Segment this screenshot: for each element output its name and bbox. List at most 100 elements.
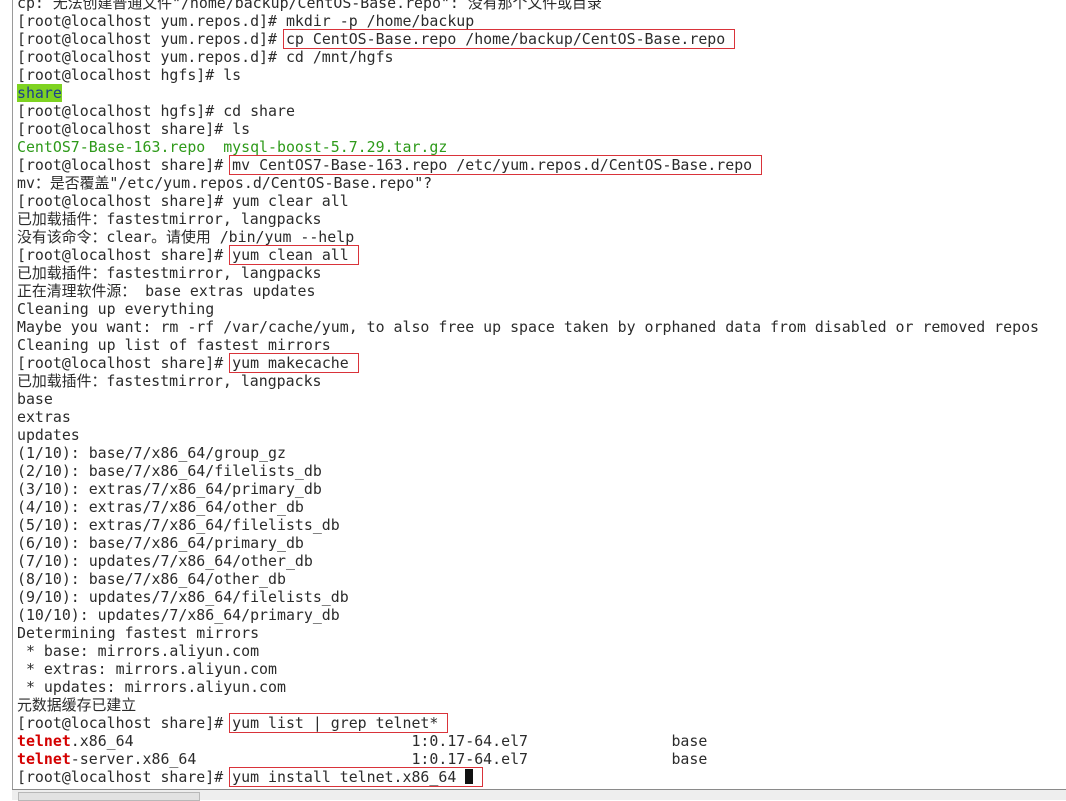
terminal-line: updates (17, 426, 80, 444)
terminal-line: share (17, 84, 62, 102)
terminal-line: telnet.x86_64 1:0.17-64.el7 base (17, 732, 707, 750)
scrollbar-thumb[interactable] (18, 792, 200, 801)
terminal-text: [root@localhost yum.repos.d]# mkdir -p /… (17, 12, 475, 30)
terminal-text: [root@localhost share]# (17, 156, 233, 174)
terminal-line: * extras: mirrors.aliyun.com (17, 660, 277, 678)
terminal-text: 没有该命令：clear。请使用 /bin/yum --help (17, 228, 355, 246)
terminal-text: * updates: mirrors.aliyun.com (17, 678, 286, 696)
terminal-line: telnet-server.x86_64 1:0.17-64.el7 base (17, 750, 707, 768)
terminal-text: CentOS7-Base-163.repo mysql-boost-5.7.29… (17, 138, 448, 156)
terminal-line: [root@localhost share]# yum clean all (17, 245, 359, 265)
terminal-text: 已加载插件：fastestmirror, langpacks (17, 264, 322, 282)
terminal-text: (5/10): extras/7/x86_64/filelists_db (17, 516, 340, 534)
terminal-text: Cleaning up list of fastest mirrors (17, 336, 331, 354)
terminal-text: mv：是否覆盖"/etc/yum.repos.d/CentOS-Base.rep… (17, 174, 433, 192)
terminal-text: [root@localhost share]# yum clear all (17, 192, 349, 210)
terminal-text: (2/10): base/7/x86_64/filelists_db (17, 462, 322, 480)
highlighted-command: yum clean all (229, 245, 359, 265)
terminal-line: 已加载插件：fastestmirror, langpacks (17, 264, 322, 282)
grep-match: telnet (17, 750, 71, 768)
terminal-line: [root@localhost hgfs]# ls (17, 66, 241, 84)
grep-match: telnet (17, 732, 71, 750)
terminal-text: (7/10): updates/7/x86_64/other_db (17, 552, 313, 570)
terminal-line: [root@localhost share]# yum makecache (17, 353, 359, 373)
terminal-text: [root@localhost hgfs]# ls (17, 66, 242, 84)
terminal-line: (8/10): base/7/x86_64/other_db (17, 570, 286, 588)
terminal-line: (4/10): extras/7/x86_64/other_db (17, 498, 304, 516)
highlighted-command: cp CentOS-Base.repo /home/backup/CentOS-… (282, 29, 736, 49)
highlighted-command: yum install telnet.x86_64 (229, 767, 484, 787)
highlighted-command: yum install telnet.x86_64 (232, 768, 466, 786)
terminal-line: [root@localhost share]# ls (17, 120, 250, 138)
terminal-line: * updates: mirrors.aliyun.com (17, 678, 286, 696)
highlighted-command: yum list | grep telnet* (229, 713, 449, 733)
terminal-text: [root@localhost share]# (17, 768, 233, 786)
terminal-line: (9/10): updates/7/x86_64/filelists_db (17, 588, 349, 606)
terminal-text: 已加载插件：fastestmirror, langpacks (17, 210, 322, 228)
terminal-line: [root@localhost share]# yum install teln… (17, 767, 484, 787)
terminal-line: 正在清理软件源： base extras updates (17, 282, 315, 300)
terminal-line: [root@localhost share]# mv CentOS7-Base-… (17, 155, 763, 175)
terminal-line: (3/10): extras/7/x86_64/primary_db (17, 480, 322, 498)
terminal-text: share (17, 84, 62, 102)
terminal-line: [root@localhost yum.repos.d]# cp CentOS-… (17, 29, 736, 49)
terminal-left-border (12, 0, 13, 790)
terminal-text: (6/10): base/7/x86_64/primary_db (17, 534, 304, 552)
terminal-line: * base: mirrors.aliyun.com (17, 642, 259, 660)
terminal-text: .x86_64 1:0.17-64.el7 base (70, 732, 708, 750)
terminal-line: 元数据缓存已建立 (17, 696, 136, 714)
terminal-line: [root@localhost yum.repos.d]# mkdir -p /… (17, 12, 474, 30)
terminal-line: Cleaning up everything (17, 300, 214, 318)
terminal-line: (5/10): extras/7/x86_64/filelists_db (17, 516, 340, 534)
horizontal-scrollbar[interactable] (12, 789, 1066, 801)
terminal-line: 已加载插件：fastestmirror, langpacks (17, 372, 322, 390)
terminal-line: [root@localhost yum.repos.d]# cd /mnt/hg… (17, 48, 394, 66)
terminal-text: (1/10): base/7/x86_64/group_gz (17, 444, 286, 462)
terminal-line: [root@localhost share]# yum list | grep … (17, 713, 449, 733)
terminal-text: base (17, 390, 53, 408)
terminal-text: 正在清理软件源： base extras updates (17, 282, 316, 300)
terminal-line: 已加载插件：fastestmirror, langpacks (17, 210, 322, 228)
terminal-text: cp: 无法创建普通文件"/home/backup/CentOS-Base.re… (17, 0, 602, 12)
terminal-text: [root@localhost yum.repos.d]# (17, 30, 286, 48)
terminal-text: -server.x86_64 1:0.17-64.el7 base (70, 750, 708, 768)
terminal-text: extras (17, 408, 71, 426)
terminal-line: CentOS7-Base-163.repo mysql-boost-5.7.29… (17, 138, 447, 156)
terminal-line: Maybe you want: rm -rf /var/cache/yum, t… (17, 318, 1039, 336)
terminal-text: (9/10): updates/7/x86_64/filelists_db (17, 588, 349, 606)
terminal-text: Cleaning up everything (17, 300, 215, 318)
terminal-text: [root@localhost hgfs]# cd share (17, 102, 295, 120)
text-cursor (465, 769, 474, 784)
terminal-text: updates (17, 426, 80, 444)
terminal-text: (3/10): extras/7/x86_64/primary_db (17, 480, 322, 498)
terminal-text: (10/10): updates/7/x86_64/primary_db (17, 606, 340, 624)
terminal-line: [root@localhost share]# yum clear all (17, 192, 349, 210)
terminal-line: Determining fastest mirrors (17, 624, 259, 642)
terminal-line: extras (17, 408, 71, 426)
terminal-text: 元数据缓存已建立 (17, 696, 137, 714)
terminal-line: 没有该命令：clear。请使用 /bin/yum --help (17, 228, 354, 246)
terminal-text: Maybe you want: rm -rf /var/cache/yum, t… (17, 318, 1040, 336)
terminal-line: mv：是否覆盖"/etc/yum.repos.d/CentOS-Base.rep… (17, 174, 432, 192)
terminal-line: cp: 无法创建普通文件"/home/backup/CentOS-Base.re… (17, 0, 602, 12)
terminal-text: * extras: mirrors.aliyun.com (17, 660, 277, 678)
terminal-text: * base: mirrors.aliyun.com (17, 642, 260, 660)
terminal-line: (7/10): updates/7/x86_64/other_db (17, 552, 313, 570)
terminal-text: 已加载插件：fastestmirror, langpacks (17, 372, 322, 390)
terminal-text: [root@localhost share]# (17, 354, 233, 372)
highlighted-command: yum makecache (229, 353, 359, 373)
highlighted-command: mv CentOS7-Base-163.repo /etc/yum.repos.… (229, 155, 763, 175)
terminal-line: (6/10): base/7/x86_64/primary_db (17, 534, 304, 552)
terminal-line: (10/10): updates/7/x86_64/primary_db (17, 606, 340, 624)
terminal-line: base (17, 390, 53, 408)
terminal-line: (1/10): base/7/x86_64/group_gz (17, 444, 286, 462)
terminal-text: (4/10): extras/7/x86_64/other_db (17, 498, 304, 516)
terminal-text: [root@localhost share]# ls (17, 120, 251, 138)
terminal-line: (2/10): base/7/x86_64/filelists_db (17, 462, 322, 480)
terminal-text: [root@localhost share]# (17, 714, 233, 732)
terminal-line: Cleaning up list of fastest mirrors (17, 336, 331, 354)
terminal-text: (8/10): base/7/x86_64/other_db (17, 570, 286, 588)
terminal-text: [root@localhost yum.repos.d]# cd /mnt/hg… (17, 48, 394, 66)
terminal-line: [root@localhost hgfs]# cd share (17, 102, 295, 120)
terminal-text: Determining fastest mirrors (17, 624, 260, 642)
